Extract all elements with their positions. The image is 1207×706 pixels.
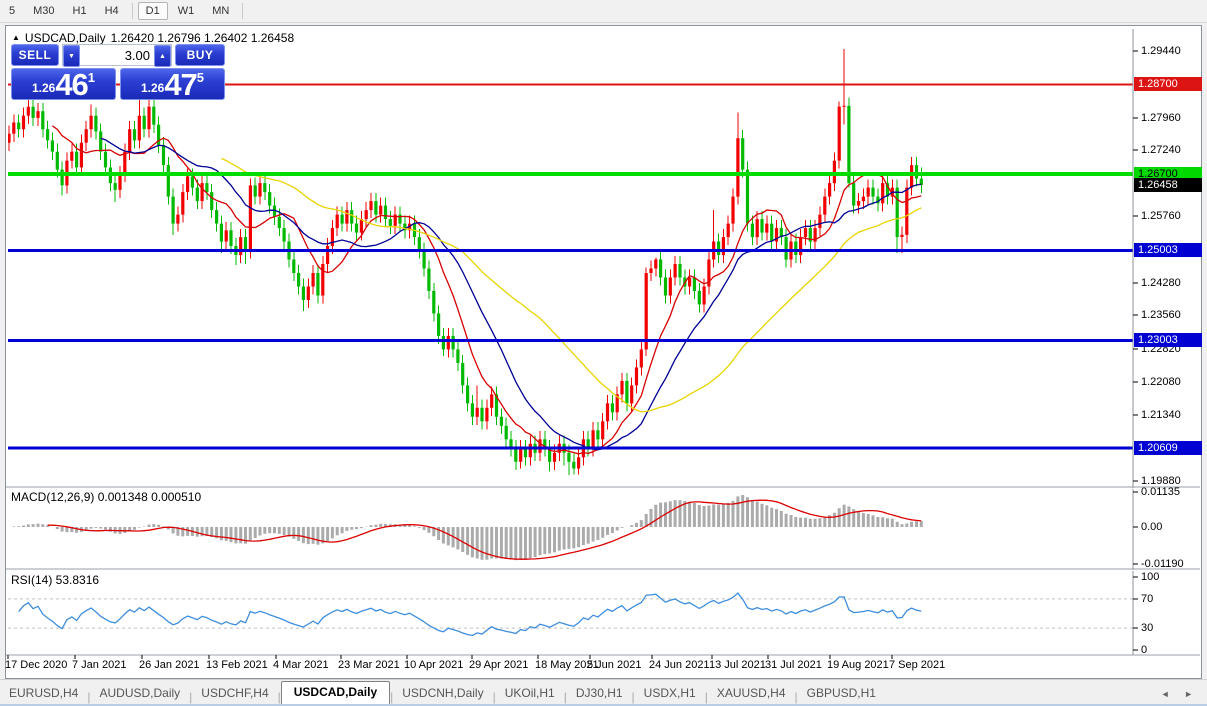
price-level-badge: 1.25003	[1134, 243, 1202, 257]
tab-eurusd-h4[interactable]: EURUSD,H4	[0, 683, 87, 704]
macd-axis-tick: -0.01190	[1141, 557, 1184, 570]
macd-axis-tick: 0.00	[1141, 520, 1163, 533]
date-axis-label: 13 Feb 2021	[206, 659, 268, 671]
rsi-label: RSI(14) 53.8316	[11, 573, 100, 587]
date-axis-label: 26 Jan 2021	[139, 659, 200, 671]
date-axis-label: 13 Jul 2021	[709, 659, 766, 671]
price-level-badge: 1.20609	[1134, 441, 1202, 455]
sell-price-display[interactable]: 1.26 46 1	[11, 68, 116, 100]
volume-group: ▼ ▲	[62, 44, 172, 67]
volume-decrease-button[interactable]: ▼	[63, 45, 80, 67]
macd-label: MACD(12,26,9) 0.001348 0.000510	[11, 490, 202, 504]
tab-xauusd-h4[interactable]: XAUUSD,H4	[708, 683, 795, 704]
price-axis-tick: 1.27960	[1141, 111, 1181, 124]
date-axis-label: 19 Aug 2021	[827, 659, 889, 671]
volume-input[interactable]	[80, 45, 154, 65]
date-axis-label: 17 Dec 2020	[5, 659, 68, 671]
date-axis-label: 29 Apr 2021	[469, 659, 529, 671]
price-axis-tick: 1.27240	[1141, 143, 1181, 156]
chart-title: ▲ USDCAD,Daily 1.26420 1.26796 1.26402 1…	[12, 31, 294, 45]
macd-axis-tick: 0.01135	[1141, 485, 1180, 498]
symbol-arrow-icon: ▲	[12, 32, 20, 42]
price-axis-tick: 1.29440	[1141, 44, 1181, 57]
one-click-trading-panel: SELL ▼ ▲ BUY 1.26 46 1 1.26 47 5	[11, 44, 225, 100]
sell-price-big: 46	[55, 67, 88, 102]
tab-gbpusd-h1[interactable]: GBPUSD,H1	[798, 683, 885, 704]
chevron-down-icon: ▼	[68, 52, 75, 60]
price-axis-tick: 1.22080	[1141, 375, 1181, 388]
sell-price-sup: 1	[87, 70, 96, 85]
rsi-axis-tick: 100	[1141, 570, 1160, 583]
date-axis-label: 10 Apr 2021	[404, 659, 464, 671]
tab-usdx-h1[interactable]: USDX,H1	[635, 683, 705, 704]
buy-price-display[interactable]: 1.26 47 5	[120, 68, 225, 100]
price-axis-tick: 1.23560	[1141, 308, 1181, 321]
chevron-up-icon: ▲	[159, 52, 166, 60]
buy-price-big: 47	[164, 67, 197, 102]
date-axis-label: 23 Mar 2021	[338, 659, 400, 671]
date-axis-label: 5 Jun 2021	[587, 659, 642, 671]
buy-price-sup: 5	[196, 70, 205, 85]
date-axis-label: 4 Mar 2021	[273, 659, 329, 671]
price-level-badge: 1.26458	[1134, 178, 1202, 192]
chart-symbol-label: USDCAD,Daily	[24, 31, 106, 45]
symbol-tab-bar: EURUSD,H4 | AUDUSD,Daily | USDCHF,H4 | USDCAD,…	[0, 679, 1207, 704]
price-level-badge: 1.28700	[1134, 77, 1202, 91]
tab-usdcnh-daily[interactable]: USDCNH,Daily	[393, 683, 492, 704]
buy-button[interactable]: BUY	[175, 44, 225, 66]
date-axis-label: 24 Jun 2021	[649, 659, 710, 671]
tab-audusd-daily[interactable]: AUDUSD,Daily	[90, 683, 189, 704]
date-axis-label: 7 Sep 2021	[889, 659, 946, 671]
chart-ohlc-values: 1.26420 1.26796 1.26402 1.26458	[110, 31, 295, 45]
sell-price-prefix: 1.26	[31, 81, 56, 95]
price-level-badge: 1.23003	[1134, 333, 1202, 347]
chart-plot-area[interactable]	[0, 0, 1207, 706]
tab-usdchf-h4[interactable]: USDCHF,H4	[192, 683, 277, 704]
date-axis-label: 31 Jul 2021	[765, 659, 822, 671]
price-axis-tick: 1.24280	[1141, 276, 1181, 289]
sell-button[interactable]: SELL	[11, 44, 59, 66]
volume-increase-button[interactable]: ▲	[154, 45, 171, 67]
buy-price-prefix: 1.26	[140, 81, 165, 95]
rsi-axis-tick: 70	[1141, 592, 1154, 605]
rsi-axis-tick: 0	[1141, 643, 1148, 656]
date-axis-label: 7 Jan 2021	[72, 659, 127, 671]
tab-ukoil-h1[interactable]: UKOil,H1	[496, 683, 564, 704]
mt4-terminal: { "toolbar": { "timeframes": ["5", "M30"…	[0, 0, 1207, 706]
price-axis-tick: 1.25760	[1141, 209, 1181, 222]
price-axis-tick: 1.21340	[1141, 408, 1181, 421]
tab-usdcad-daily[interactable]: USDCAD,Daily	[280, 681, 391, 704]
tab-scroll-arrows[interactable]: ◄ ►	[1161, 689, 1199, 699]
rsi-axis-tick: 30	[1141, 621, 1154, 634]
tab-dj30-h1[interactable]: DJ30,H1	[567, 683, 632, 704]
